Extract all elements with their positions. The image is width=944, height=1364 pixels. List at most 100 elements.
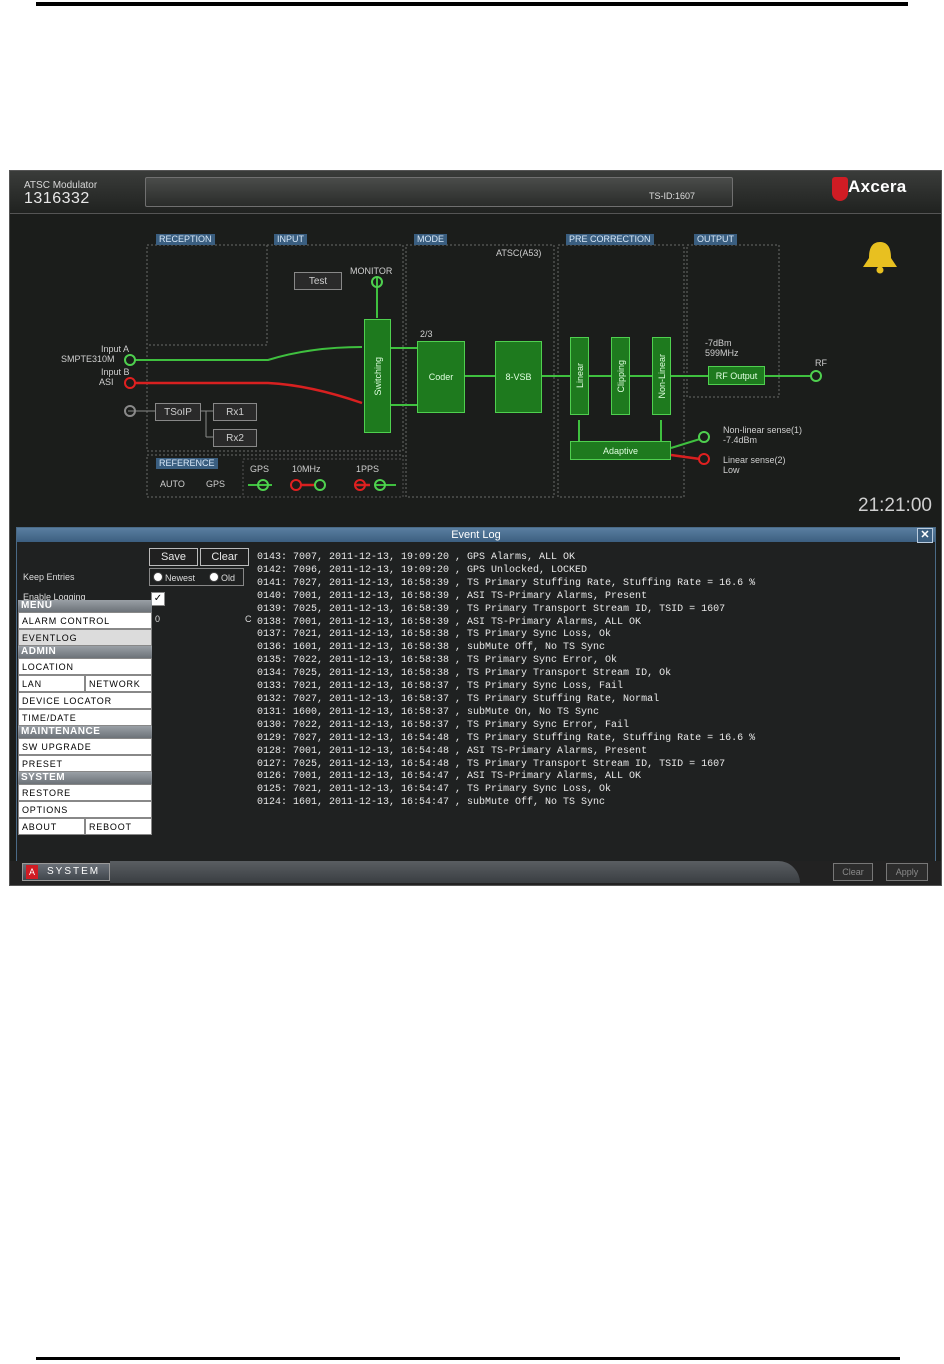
coder-block[interactable]: Coder <box>417 341 465 413</box>
menu-row-about-reboot: ABOUT REBOOT <box>18 818 152 835</box>
clipping-label: Clipping <box>615 359 626 393</box>
nonlinear-sense-label: Non-linear sense(1) <box>723 425 803 435</box>
log-entry: 0138: 7001, 2011-12-13, 16:58:39 , ASI T… <box>257 616 642 628</box>
input-b-label: Input B <box>101 367 130 377</box>
reference-tag: REFERENCE <box>156 458 218 469</box>
menu-item-reboot[interactable]: REBOOT <box>85 818 152 835</box>
bottom-bar-shape <box>110 861 800 883</box>
menu-item-alarm-control[interactable]: ALARM CONTROL <box>18 612 152 629</box>
reception-tag: RECEPTION <box>156 234 215 245</box>
modulator-window: ATSC Modulator 1316332 TS-ID:1607 Axcera <box>9 170 942 886</box>
rf-connector-icon[interactable] <box>810 370 822 382</box>
rf-label: RF <box>815 358 827 368</box>
input-b-connector-icon[interactable] <box>124 377 136 389</box>
output-power: -7dBm <box>705 338 732 348</box>
rx2-button[interactable]: Rx2 <box>213 429 257 447</box>
rx1-button[interactable]: Rx1 <box>213 403 257 421</box>
log-entry: 0141: 7027, 2011-12-13, 16:58:39 , TS Pr… <box>257 577 756 589</box>
linear-sense-line <box>670 453 701 461</box>
title-bar: ATSC Modulator 1316332 TS-ID:1607 Axcera <box>10 171 941 214</box>
system-clock: 21:21:00 <box>858 495 932 516</box>
clear-log-button[interactable]: Clear <box>200 548 249 566</box>
input-b-line <box>135 381 363 405</box>
clipping-block[interactable]: Clipping <box>611 337 630 415</box>
input-a-label: Input A <box>101 344 130 354</box>
clear-button[interactable]: Clear <box>833 863 873 881</box>
rf-output-block[interactable]: RF Output <box>708 366 765 385</box>
enable-logging-checkbox[interactable]: ✓ <box>151 592 165 606</box>
log-entry: 0143: 7007, 2011-12-13, 19:09:20 , GPS A… <box>257 552 576 563</box>
nonlinear-label: Non-Linear <box>656 353 667 399</box>
adaptive-block[interactable]: Adaptive <box>570 441 671 460</box>
switching-block[interactable]: Switching <box>364 319 391 433</box>
event-log-title: Event Log <box>451 529 501 541</box>
vsb-block[interactable]: 8-VSB <box>495 341 542 413</box>
menu-item-time-date[interactable]: TIME/DATE <box>18 709 152 726</box>
log-entry: 0129: 7027, 2011-12-13, 16:54:48 , TS Pr… <box>257 732 756 744</box>
10mhz-out-connector-icon[interactable] <box>314 479 326 491</box>
menu-item-lan[interactable]: LAN <box>18 675 85 692</box>
log-entry: 0128: 7001, 2011-12-13, 16:54:48 , ASI T… <box>257 745 648 757</box>
log-entry: 0125: 7021, 2011-12-13, 16:54:47 , TS Pr… <box>257 784 612 796</box>
log-entry: 0130: 7022, 2011-12-13, 16:58:37 , TS Pr… <box>257 719 630 731</box>
mode-value: ATSC(A53) <box>496 248 542 258</box>
event-log-titlebar: Event Log ✕ <box>17 528 935 543</box>
linear-block[interactable]: Linear <box>570 337 589 415</box>
ref-gps: GPS <box>206 479 226 489</box>
mode-tag: MODE <box>414 234 447 245</box>
top-rule <box>36 2 908 6</box>
apply-button[interactable]: Apply <box>886 863 928 881</box>
system-tab[interactable]: A SYSTEM <box>22 863 110 881</box>
input-a-connector-icon[interactable] <box>124 354 136 366</box>
linear-sense-connector-icon[interactable] <box>698 453 710 465</box>
radio-icon[interactable] <box>209 572 219 582</box>
menu-item-device-locator[interactable]: DEVICE LOCATOR <box>18 692 152 709</box>
serial-number: 1316332 <box>24 190 90 207</box>
menu-item-restore[interactable]: RESTORE <box>18 784 152 801</box>
entry-count: 0 <box>155 614 161 624</box>
menu-section-menu: MENU <box>18 600 152 612</box>
nonlinear-block[interactable]: Non-Linear <box>652 337 671 415</box>
test-button[interactable]: Test <box>294 272 342 290</box>
newest-label: Newest <box>165 573 196 583</box>
10mhz-in-connector-icon[interactable] <box>290 479 302 491</box>
log-entry: 0140: 7001, 2011-12-13, 16:58:39 , ASI T… <box>257 590 648 602</box>
input-a-line <box>135 346 363 361</box>
keep-entries-label: Keep Entries <box>23 572 75 582</box>
menu-item-preset[interactable]: PRESET <box>18 755 152 772</box>
newest-option[interactable]: Newest <box>153 572 195 583</box>
output-frequency: 599MHz <box>705 348 739 358</box>
menu-item-location[interactable]: LOCATION <box>18 658 152 675</box>
old-option[interactable]: Old <box>209 572 235 583</box>
radio-selected-icon[interactable] <box>153 572 163 582</box>
diagram-lines <box>124 244 822 498</box>
monitor-label: MONITOR <box>350 266 393 276</box>
menu-item-about[interactable]: ABOUT <box>18 818 85 835</box>
menu-item-options[interactable]: OPTIONS <box>18 801 152 818</box>
log-entry: 0134: 7025, 2011-12-13, 16:58:38 , TS Pr… <box>257 668 672 680</box>
save-button[interactable]: Save <box>149 548 198 566</box>
log-entry: 0139: 7025, 2011-12-13, 16:58:39 , TS Pr… <box>257 603 726 615</box>
system-tab-label: SYSTEM <box>47 866 101 877</box>
signal-flow-diagram: RECEPTION INPUT MODE PRE CORRECTION OUTP… <box>10 215 941 520</box>
c-mark: C <box>245 614 252 624</box>
1pps-label: 1PPS <box>356 464 380 474</box>
menu-item-sw-upgrade[interactable]: SW UPGRADE <box>18 738 152 755</box>
bottom-bar: A SYSTEM Clear Apply <box>10 861 941 885</box>
menu-section-maintenance: MAINTENANCE <box>18 726 152 738</box>
input-b-type: ASI <box>99 377 114 387</box>
linear-sense-value: Low <box>723 465 740 475</box>
precorrection-tag: PRE CORRECTION <box>566 234 654 245</box>
system-menu: MENU ALARM CONTROL EVENTLOG ADMIN LOCATI… <box>18 600 152 835</box>
alarm-bell-icon[interactable] <box>859 240 901 274</box>
nonlinear-sense-connector-icon[interactable] <box>698 431 710 443</box>
tsoip-button[interactable]: TSoIP <box>155 403 201 421</box>
close-icon[interactable]: ✕ <box>917 528 933 543</box>
menu-item-eventlog[interactable]: EVENTLOG <box>18 629 152 646</box>
event-log-panel: Event Log ✕ Save Clear Keep Entries Newe… <box>16 527 936 863</box>
ts-id: TS-ID:1607 <box>649 191 696 201</box>
nonlinear-sense-value: -7.4dBm <box>723 435 758 445</box>
menu-item-network[interactable]: NETWORK <box>85 675 152 692</box>
log-entry: 0126: 7001, 2011-12-13, 16:54:47 , ASI T… <box>257 771 642 783</box>
ref-auto: AUTO <box>160 479 185 489</box>
